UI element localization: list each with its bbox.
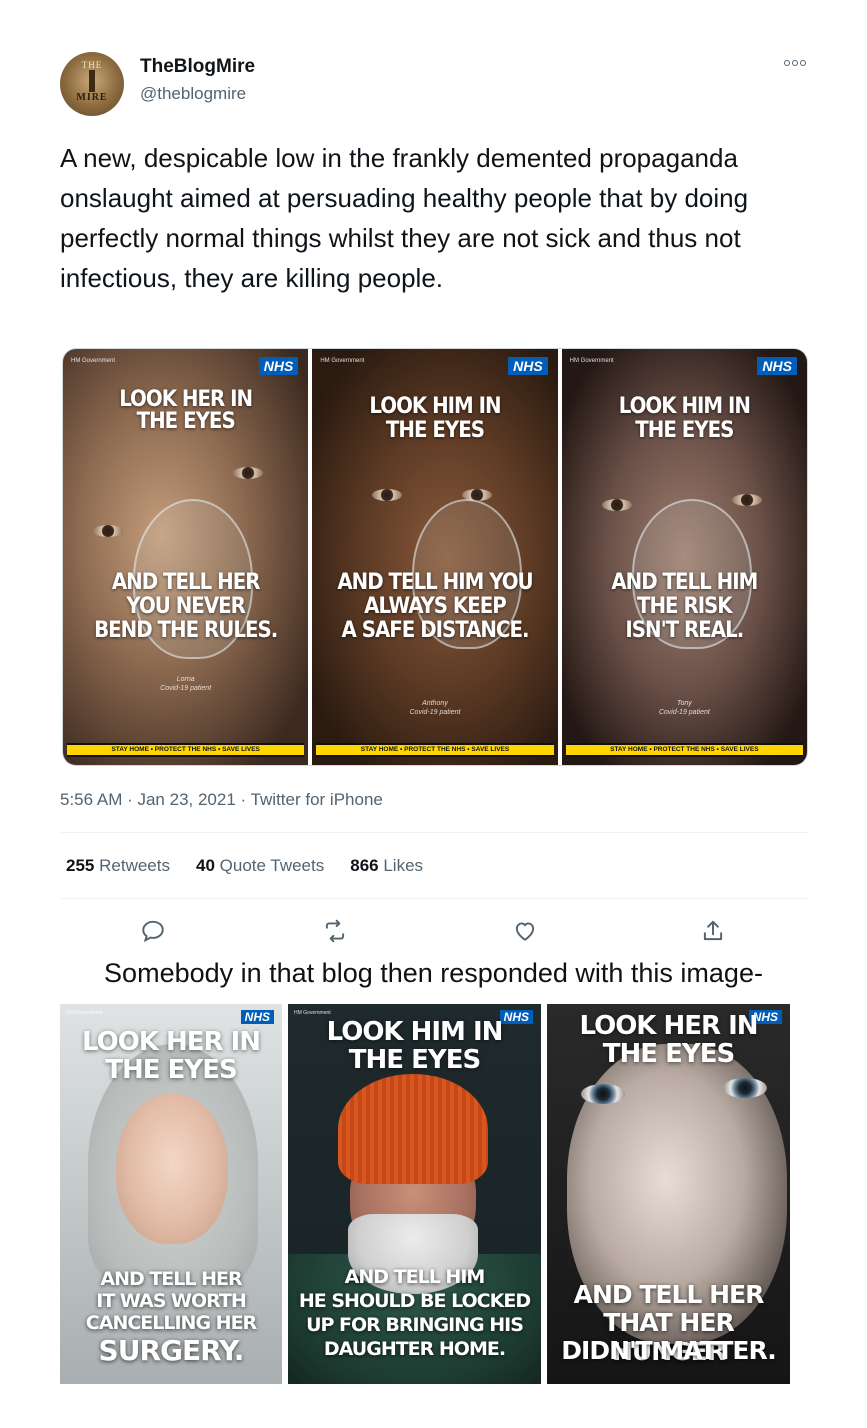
quote-tweets-stat[interactable]: 40 Quote Tweets <box>196 856 324 876</box>
eye <box>601 499 632 511</box>
poster-line: DIDN'T MATTER. <box>561 1336 776 1365</box>
eye <box>233 467 263 479</box>
share-button[interactable] <box>696 914 730 948</box>
tweet-text: A new, despicable low in the frankly dem… <box>60 143 749 293</box>
tweet-card: THE MIRE TheBlogMire @theblogmire A new,… <box>60 48 808 943</box>
response-caption: Somebody in that blog then responded wit… <box>104 958 763 988</box>
reply-icon <box>142 920 164 943</box>
crest-icon: HM Government <box>569 358 614 364</box>
likes-label: Likes <box>383 856 424 875</box>
likes-stat[interactable]: 866 Likes <box>350 856 423 876</box>
avatar-top-text: THE <box>81 60 103 70</box>
retweet-icon <box>325 919 345 943</box>
crest-icon: HM Government <box>320 358 365 364</box>
share-icon <box>703 920 723 941</box>
poster-line: AND TELL HER <box>100 1268 242 1290</box>
crest-icon: HM Government <box>71 358 116 364</box>
eye <box>581 1084 625 1104</box>
eye <box>723 1078 767 1098</box>
response-poster-surgery: HM Government NHS LOOK HER IN THE EYES A… <box>60 1004 282 1384</box>
tweet-media[interactable]: HM Government NHS LOOK HER IN THE EYES A… <box>62 348 808 766</box>
retweets-label: Retweets <box>99 856 170 875</box>
eye <box>731 494 762 506</box>
poster-lorna[interactable]: HM Government NHS LOOK HER IN THE EYES A… <box>63 349 309 765</box>
poster-line: AND TELL HER <box>573 1280 765 1309</box>
poster-tape: STAY HOME • PROTECT THE NHS • SAVE LIVES <box>67 743 305 757</box>
tweet-actions <box>60 914 808 948</box>
poster-caption: Lorna Covid-19 patient <box>160 676 212 692</box>
tweet-timestamp[interactable]: 5:56 AM · Jan 23, 2021 · Twitter for iPh… <box>60 790 383 810</box>
tweet-stats: 255 Retweets 40 Quote Tweets 866 Likes <box>66 856 423 876</box>
poster-headline: LOOK HER IN THE EYES <box>119 387 253 434</box>
poster-subline: AND TELL HER YOU NEVER BEND THE RULES. <box>94 570 278 643</box>
avatar-bottom-text: MIRE <box>76 92 108 103</box>
poster-line: DAUGHTER HOME. <box>323 1338 506 1360</box>
retweet-button[interactable] <box>318 914 352 948</box>
avatar-tower <box>89 70 95 92</box>
poster-caption: Anthony Covid-19 patient <box>409 700 461 716</box>
poster-line: AND TELL HIM <box>344 1266 486 1288</box>
poster-headline: LOOK HER IN THE EYES <box>81 1027 261 1085</box>
poster-anthony[interactable]: HM Government NHS LOOK HIM IN THE EYES A… <box>312 349 558 765</box>
poster-line: UP FOR BRINGING HIS <box>306 1314 524 1336</box>
divider <box>60 832 808 833</box>
nhs-logo: NHS <box>258 357 299 375</box>
like-button[interactable] <box>508 914 542 948</box>
retweets-count: 255 <box>66 856 95 875</box>
face <box>116 1094 228 1244</box>
likes-count: 866 <box>350 856 379 875</box>
poster-headline: LOOK HIM IN THE EYES <box>618 394 751 443</box>
response-image[interactable]: HM Government NHS LOOK HER IN THE EYES A… <box>60 1004 790 1384</box>
nhs-logo: NHS <box>757 357 797 375</box>
tweet-header: THE MIRE TheBlogMire @theblogmire <box>60 48 808 116</box>
nhs-logo: NHS <box>508 357 548 375</box>
poster-line: SURGERY. <box>98 1334 245 1367</box>
poster-subline: AND TELL HIM THE RISK ISN'T REAL. <box>611 570 758 643</box>
poster-tony[interactable]: HM Government NHS LOOK HIM IN THE EYES A… <box>561 349 807 765</box>
poster-caption: Tony Covid-19 patient <box>658 700 710 716</box>
quote-tweets-count: 40 <box>195 856 215 875</box>
crest-icon: HM Government <box>66 1010 103 1016</box>
author-name[interactable]: TheBlogMire <box>140 56 255 78</box>
divider <box>60 898 808 899</box>
response-poster-locked-up: HM Government NHS LOOK HIM IN THE EYES A… <box>288 1004 541 1384</box>
avatar[interactable]: THE MIRE <box>60 52 124 116</box>
response-poster-hunger: NHS LOOK HER IN THE EYES AND TELL HER TH… <box>547 1004 790 1384</box>
reply-button[interactable] <box>136 914 170 948</box>
more-options-icon[interactable] <box>784 60 806 66</box>
poster-tape: STAY HOME • PROTECT THE NHS • SAVE LIVES <box>565 743 803 757</box>
author-handle[interactable]: @theblogmire <box>140 84 246 104</box>
like-icon <box>515 922 535 941</box>
poster-subline: AND TELL HIM YOU ALWAYS KEEP A SAFE DIST… <box>337 570 533 643</box>
poster-line: IT WAS WORTH <box>96 1290 247 1312</box>
nhs-logo: NHS <box>240 1010 274 1024</box>
poster-headline: LOOK HIM IN THE EYES <box>326 1017 504 1075</box>
poster-tape: STAY HOME • PROTECT THE NHS • SAVE LIVES <box>316 743 554 757</box>
poster-headline: LOOK HIM IN THE EYES <box>369 394 501 443</box>
eye <box>93 525 123 537</box>
poster-line: CANCELLING HER <box>85 1312 257 1334</box>
retweets-stat[interactable]: 255 Retweets <box>66 856 170 876</box>
hat <box>338 1074 488 1184</box>
crest-icon: HM Government <box>294 1010 331 1016</box>
poster-headline: LOOK HER IN THE EYES <box>579 1011 758 1069</box>
poster-line: HE SHOULD BE LOCKED <box>298 1290 531 1312</box>
quote-tweets-label: Quote Tweets <box>219 856 325 875</box>
